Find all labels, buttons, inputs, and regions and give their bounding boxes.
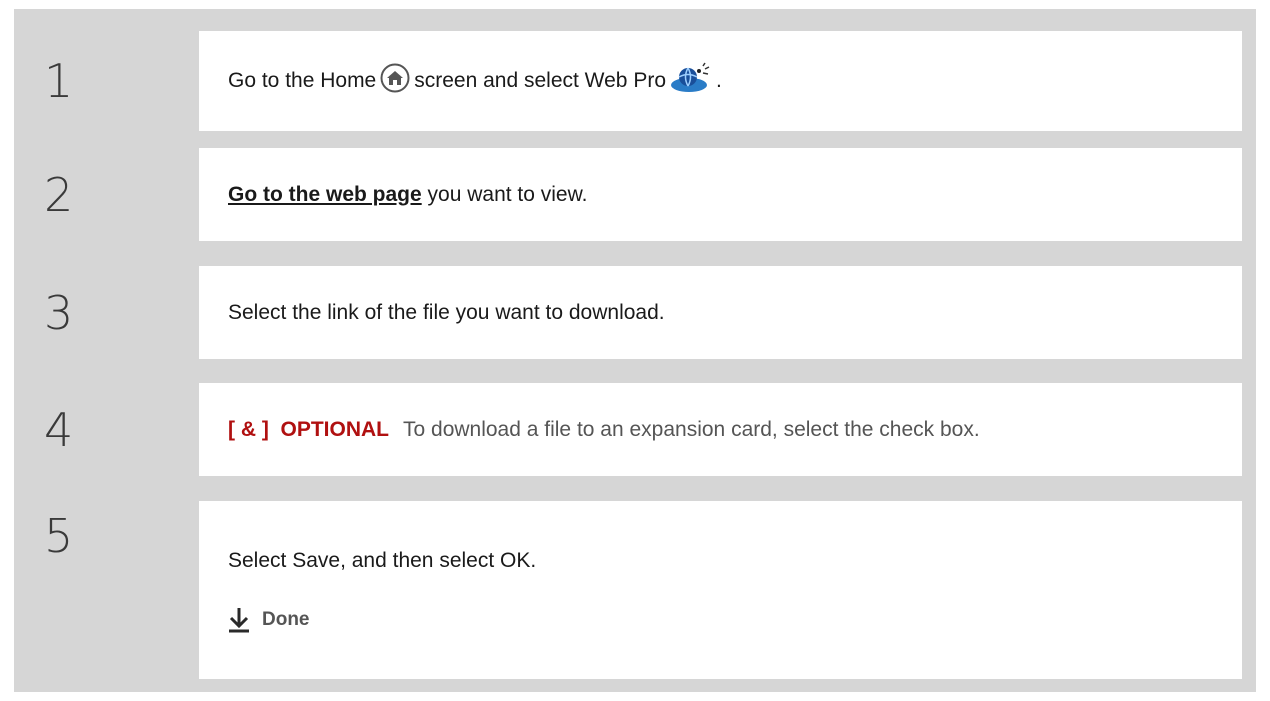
steps-panel: 1 Go to the Home screen and select Web P…: [14, 9, 1256, 692]
step-text: Select the link of the file you want to …: [228, 300, 665, 324]
down-arrow-icon: [229, 608, 249, 633]
step-body: [ & ] OPTIONAL To download a file to an …: [199, 383, 1242, 476]
step-row-1: 1 Go to the Home screen and select Web P…: [14, 31, 1256, 131]
done-indicator: Done: [228, 607, 310, 633]
step-row-4: 4 [ & ] OPTIONAL To download a file to a…: [14, 383, 1256, 476]
step-body: Select Save, and then select OK. Done: [199, 501, 1242, 679]
step-text: Go to the Home: [228, 69, 377, 92]
optional-tag: [ & ] OPTIONAL: [228, 417, 389, 441]
step-text: screen and select Web Pro: [414, 69, 666, 92]
go-to-web-page-link[interactable]: Go to the web page: [228, 183, 422, 207]
done-label: Done: [262, 609, 310, 630]
step-text: you want to view.: [427, 182, 588, 206]
step-number: 1: [44, 54, 74, 108]
step-text: Select Save, and then select OK.: [228, 549, 537, 572]
step-row-3: 3 Select the link of the file you want t…: [14, 266, 1256, 359]
step-row-5: 5 Select Save, and then select OK. Done: [14, 501, 1256, 679]
step-row-2: 2 Go to the web page you want to view.: [14, 148, 1256, 241]
home-icon: [380, 63, 410, 99]
step-number: 3: [44, 285, 74, 340]
step-body: Go to the web page you want to view.: [199, 148, 1242, 241]
step-text: .: [716, 69, 722, 92]
step-number: 2: [44, 167, 74, 222]
step-body: Go to the Home screen and select Web Pro…: [199, 31, 1242, 131]
step-body: Select the link of the file you want to …: [199, 266, 1242, 359]
globe-icon: [670, 62, 712, 100]
step-number: 4: [44, 402, 74, 457]
step-text: To download a file to an expansion card,…: [403, 417, 980, 441]
step-number: 5: [44, 509, 74, 563]
